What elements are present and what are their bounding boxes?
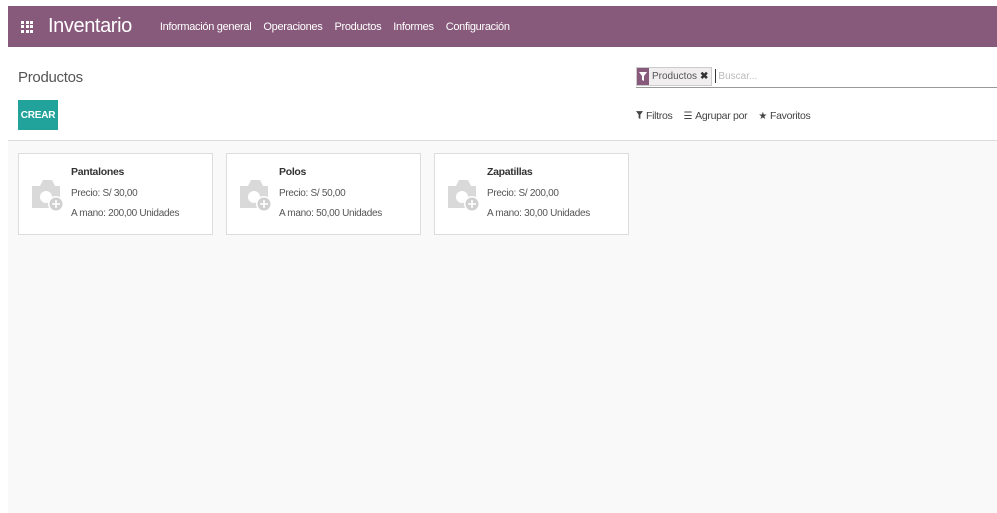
remove-facet-icon[interactable]: ✖ bbox=[700, 71, 708, 82]
bars-icon: ☰ bbox=[683, 110, 693, 122]
product-on-hand: A mano: 200,00 Unidades bbox=[71, 208, 180, 219]
product-price: Precio: S/ 30,00 bbox=[71, 188, 138, 199]
product-name: Polos bbox=[279, 166, 307, 178]
search-options: Filtros ☰ Agrupar por ★ Favoritos bbox=[636, 110, 821, 122]
group-by-label: Agrupar por bbox=[695, 110, 748, 122]
product-price: Precio: S/ 50,00 bbox=[279, 188, 346, 199]
menu-item-operaciones[interactable]: Operaciones bbox=[263, 21, 322, 33]
menu-item-productos[interactable]: Productos bbox=[334, 21, 381, 33]
apps-menu-icon[interactable] bbox=[21, 20, 33, 33]
product-on-hand: A mano: 50,00 Unidades bbox=[279, 208, 382, 219]
main-menu: Información general Operaciones Producto… bbox=[160, 21, 522, 33]
top-navbar: Inventario Información general Operacion… bbox=[8, 6, 997, 47]
favorites-label: Favoritos bbox=[769, 110, 811, 122]
product-name: Pantalones bbox=[71, 166, 125, 178]
menu-item-configuracion[interactable]: Configuración bbox=[446, 21, 510, 33]
app-title[interactable]: Inventario bbox=[48, 15, 132, 38]
product-price: Precio: S/ 200,00 bbox=[487, 188, 559, 199]
camera-placeholder-icon bbox=[237, 174, 275, 214]
search-bar: Productos ✖ bbox=[636, 65, 997, 88]
app-window: Inventario Información general Operacion… bbox=[8, 6, 997, 513]
filters-label: Filtros bbox=[646, 110, 673, 122]
filter-icon bbox=[637, 67, 649, 85]
product-card[interactable]: Pantalones Precio: S/ 30,00 A mano: 200,… bbox=[18, 153, 213, 235]
filter-icon bbox=[636, 110, 643, 122]
menu-item-informacion-general[interactable]: Información general bbox=[160, 21, 252, 33]
product-on-hand: A mano: 30,00 Unidades bbox=[487, 208, 590, 219]
search-facet-label: Productos bbox=[652, 70, 698, 82]
favorites-button[interactable]: ★ Favoritos bbox=[758, 110, 810, 122]
search-facet[interactable]: Productos ✖ bbox=[636, 66, 713, 86]
camera-placeholder-icon bbox=[29, 174, 67, 214]
camera-placeholder-icon bbox=[445, 174, 483, 214]
breadcrumb: Productos bbox=[18, 69, 83, 86]
search-input[interactable] bbox=[715, 69, 921, 83]
filters-button[interactable]: Filtros bbox=[636, 110, 673, 122]
create-button[interactable]: CREAR bbox=[18, 100, 58, 130]
control-panel: Productos CREAR Productos ✖ Filtros ☰ A bbox=[8, 47, 997, 141]
kanban-view: Pantalones Precio: S/ 30,00 A mano: 200,… bbox=[8, 140, 997, 513]
group-by-button[interactable]: ☰ Agrupar por bbox=[683, 110, 747, 122]
product-name: Zapatillas bbox=[487, 166, 533, 178]
product-card[interactable]: Polos Precio: S/ 50,00 A mano: 50,00 Uni… bbox=[226, 153, 421, 235]
menu-item-informes[interactable]: Informes bbox=[393, 21, 434, 33]
product-card[interactable]: Zapatillas Precio: S/ 200,00 A mano: 30,… bbox=[434, 153, 629, 235]
star-icon: ★ bbox=[758, 110, 767, 122]
